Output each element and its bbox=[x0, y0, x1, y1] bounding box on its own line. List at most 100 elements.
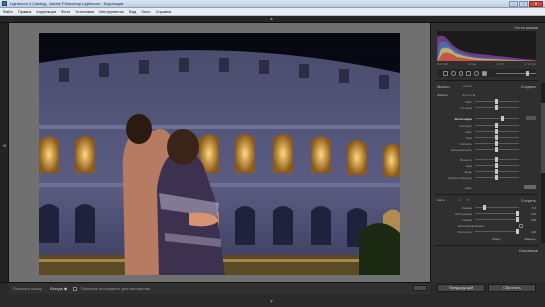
slider-row-shadows[interactable]: Тени bbox=[437, 135, 536, 140]
menu-edit[interactable]: Правка bbox=[18, 9, 32, 14]
develop-tool-strip bbox=[437, 69, 537, 77]
collapse-down-arrow-icon[interactable]: ▼ bbox=[269, 299, 274, 305]
top-panel-collapse-strip[interactable]: ▲ bbox=[0, 16, 545, 23]
slider-knob[interactable] bbox=[495, 169, 498, 174]
exif-aperture: f / 4,5 bbox=[496, 62, 504, 66]
slider-knob[interactable] bbox=[495, 99, 498, 104]
slider-row-highlights[interactable]: Свет bbox=[437, 129, 536, 134]
slider-knob[interactable] bbox=[495, 147, 498, 152]
collapse-up-arrow-icon[interactable]: ▲ bbox=[269, 17, 274, 22]
color-swatch-row[interactable]: Цвет bbox=[437, 185, 536, 190]
mask-edit-button[interactable]: Создать bbox=[521, 84, 536, 89]
slider-row-brush-size[interactable]: Размер 5,0 bbox=[437, 205, 536, 210]
photo-colosseum[interactable] bbox=[39, 33, 400, 275]
slider-row-moire[interactable]: Муар bbox=[437, 169, 536, 174]
slider-label: Насыщенность bbox=[450, 147, 472, 152]
automask-checkbox[interactable] bbox=[519, 223, 523, 228]
maximize-button[interactable]: □ bbox=[519, 1, 528, 7]
slider-row-saturation[interactable]: Насыщенность bbox=[437, 147, 536, 152]
slider-row-brush-feather[interactable]: Растушевка 100 bbox=[437, 211, 536, 216]
slider-knob[interactable] bbox=[495, 141, 498, 146]
slider-knob[interactable] bbox=[501, 116, 504, 121]
radial-filter-tool-icon[interactable] bbox=[474, 70, 479, 76]
color-swatch[interactable] bbox=[524, 185, 536, 189]
slider-value: 100 bbox=[530, 211, 536, 216]
expand-left-arrow-icon[interactable]: ◀ bbox=[2, 143, 6, 149]
menu-tools[interactable]: Инструменты bbox=[99, 9, 124, 14]
slider-knob[interactable] bbox=[516, 229, 519, 234]
image-canvas[interactable] bbox=[9, 23, 430, 282]
right-panel-buttons: Предыдущий Сбросить bbox=[430, 282, 545, 307]
brush-a-tab[interactable]: A bbox=[459, 198, 461, 202]
menu-photo[interactable]: Фото bbox=[61, 9, 70, 14]
slider-label: Темп bbox=[464, 99, 472, 104]
menu-help[interactable]: Справка bbox=[156, 9, 172, 14]
spot-removal-tool-icon[interactable] bbox=[450, 70, 456, 76]
done-button[interactable] bbox=[413, 285, 427, 291]
previous-button[interactable]: Предыдущий bbox=[437, 284, 485, 292]
brush-reset-button[interactable]: Сброс bbox=[492, 237, 501, 241]
slider-knob[interactable] bbox=[516, 217, 519, 222]
slider-knob[interactable] bbox=[495, 135, 498, 140]
slider-row-tint[interactable]: Оттенок bbox=[437, 105, 536, 110]
histogram-graph bbox=[437, 31, 536, 61]
exposure-value-box[interactable] bbox=[526, 116, 536, 120]
histogram-header[interactable]: Гистограмма bbox=[435, 24, 538, 30]
slider-knob[interactable] bbox=[495, 105, 498, 110]
minimize-button[interactable]: – bbox=[509, 1, 518, 7]
graduated-filter-tool-icon[interactable] bbox=[466, 70, 472, 76]
automask-row[interactable]: Автомаскирование bbox=[437, 223, 536, 228]
basic-panel-header[interactable]: Основные bbox=[435, 247, 538, 253]
slider-row-defringe[interactable]: Удалить бахрому bbox=[437, 175, 536, 180]
slider-label: Муар bbox=[464, 169, 472, 174]
slider-value: 100 bbox=[530, 229, 536, 234]
slider-row-brush-flow[interactable]: Нажим 100 bbox=[437, 217, 536, 222]
effect-preset-dropdown[interactable]: Экспоз ◆ bbox=[462, 93, 475, 97]
close-button[interactable]: ✕ bbox=[529, 1, 543, 7]
slider-label: Размер bbox=[461, 205, 472, 210]
auto-overlay-checkbox[interactable] bbox=[73, 286, 78, 291]
menu-bar: Файл Правка Коррекция Фото Установки Инс… bbox=[0, 8, 545, 16]
crop-tool-icon[interactable] bbox=[443, 70, 448, 76]
slider-knob[interactable] bbox=[495, 157, 498, 162]
reset-button[interactable]: Сбросить bbox=[488, 284, 536, 292]
left-panel-collapse-strip[interactable]: ◀ bbox=[0, 23, 9, 282]
auto-overlay-label: Показать инструмент для наложения bbox=[81, 286, 151, 291]
menu-view[interactable]: Вид bbox=[129, 9, 136, 14]
effect-header: Эффект : Экспоз ◆ bbox=[437, 92, 536, 98]
menu-settings[interactable]: Установки bbox=[75, 9, 94, 14]
slider-label: Свет bbox=[465, 129, 472, 134]
right-panel-scrollbar[interactable] bbox=[541, 83, 545, 243]
exif-focal-length: 22 мм bbox=[468, 62, 477, 66]
slider-row-sharpness[interactable]: Резкость bbox=[437, 157, 536, 162]
menu-develop[interactable]: Коррекция bbox=[36, 9, 56, 14]
brush-b-tab[interactable]: B bbox=[467, 198, 469, 202]
slider-row-temp[interactable]: Темп bbox=[437, 99, 536, 104]
slider-knob[interactable] bbox=[495, 175, 498, 180]
slider-label: Плотность bbox=[457, 229, 472, 234]
slider-knob[interactable] bbox=[495, 129, 498, 134]
brush-close-button[interactable]: Закрыть bbox=[524, 237, 536, 241]
slider-label: Нажим bbox=[462, 217, 472, 222]
scrollbar-thumb[interactable] bbox=[541, 103, 545, 173]
slider-knob[interactable] bbox=[495, 123, 498, 128]
slider-row-noise[interactable]: Шум bbox=[437, 163, 536, 168]
slider-row-brush-density[interactable]: Плотность 100 bbox=[437, 229, 536, 234]
slider-row-clarity[interactable]: Четкость bbox=[437, 141, 536, 146]
slider-value: 100 bbox=[530, 217, 536, 222]
tool-overlay-slider[interactable] bbox=[495, 70, 537, 76]
brush-erase-tab[interactable]: Стереть bbox=[521, 198, 536, 203]
slider-knob[interactable] bbox=[495, 163, 498, 168]
menu-window[interactable]: Окно bbox=[141, 9, 150, 14]
color-label: Цвет bbox=[465, 185, 472, 190]
red-eye-tool-icon[interactable] bbox=[458, 70, 464, 76]
mask-new-button[interactable]: Новая bbox=[463, 84, 472, 88]
slider-knob[interactable] bbox=[483, 205, 486, 210]
menu-file[interactable]: Файл bbox=[3, 9, 13, 14]
slider-knob[interactable] bbox=[516, 211, 519, 216]
show-mask-dropdown[interactable]: Всегда ◆ bbox=[48, 286, 69, 291]
panel-divider bbox=[435, 80, 538, 81]
adjustment-brush-tool-icon[interactable] bbox=[481, 70, 487, 76]
slider-row-contrast[interactable]: Контраст bbox=[437, 123, 536, 128]
slider-row-exposure[interactable]: Экспозиция bbox=[437, 116, 536, 121]
